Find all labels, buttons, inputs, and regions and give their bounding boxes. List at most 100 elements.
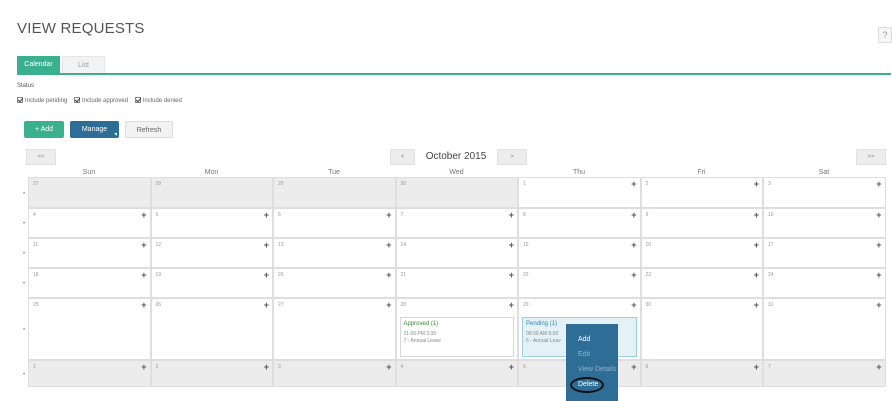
- day-cell[interactable]: 3 +: [273, 360, 396, 387]
- add-request-icon[interactable]: +: [754, 240, 759, 250]
- add-request-icon[interactable]: +: [141, 210, 146, 220]
- add-request-icon[interactable]: +: [386, 270, 391, 280]
- menu-item-view-details[interactable]: View Details: [566, 362, 618, 377]
- filter-denied[interactable]: Include denied: [134, 97, 182, 104]
- checkbox-approved[interactable]: [74, 97, 81, 103]
- add-request-icon[interactable]: +: [264, 270, 269, 280]
- day-cell[interactable]: 2 +: [150, 360, 273, 387]
- day-cell[interactable]: 21 +: [395, 268, 518, 298]
- day-cell[interactable]: 26 +: [150, 298, 273, 360]
- day-cell[interactable]: 5 +: [150, 208, 273, 238]
- day-cell[interactable]: 30: [395, 177, 518, 208]
- day-cell[interactable]: 1 +: [28, 360, 151, 387]
- next-month-button[interactable]: >: [497, 149, 527, 165]
- add-request-icon[interactable]: +: [141, 270, 146, 280]
- add-request-icon[interactable]: +: [509, 240, 514, 250]
- add-request-icon[interactable]: +: [631, 210, 636, 220]
- add-request-icon[interactable]: +: [754, 270, 759, 280]
- add-request-icon[interactable]: +: [754, 362, 759, 372]
- menu-item-add[interactable]: Add: [566, 332, 618, 347]
- event-approved[interactable]: Approved (1) 01:00 PM 3.00 7 - Annual Leav…: [399, 317, 514, 357]
- prev-far-button[interactable]: <<: [26, 149, 56, 165]
- menu-item-edit[interactable]: Edit: [566, 347, 618, 362]
- day-cell[interactable]: 9 +: [640, 208, 763, 238]
- status-filters: Include pending Include approved Include…: [17, 97, 187, 104]
- day-cell[interactable]: 7 +: [395, 208, 518, 238]
- help-button[interactable]: ?: [878, 27, 892, 43]
- add-request-icon[interactable]: +: [631, 270, 636, 280]
- add-request-icon[interactable]: +: [754, 300, 759, 310]
- add-request-icon[interactable]: +: [264, 240, 269, 250]
- add-request-icon[interactable]: +: [141, 240, 146, 250]
- day-cell[interactable]: 8 +: [518, 208, 641, 238]
- add-request-icon[interactable]: +: [264, 362, 269, 372]
- checkbox-denied[interactable]: [134, 97, 141, 103]
- day-cell[interactable]: 15 +: [518, 238, 641, 268]
- day-cell[interactable]: 11 +: [28, 238, 151, 268]
- day-cell[interactable]: 4 +: [395, 360, 518, 387]
- add-request-icon[interactable]: +: [631, 300, 636, 310]
- day-cell[interactable]: 17 +: [763, 238, 886, 268]
- add-request-icon[interactable]: +: [509, 210, 514, 220]
- day-cell[interactable]: 1 +: [518, 177, 641, 208]
- checkbox-pending[interactable]: [17, 97, 23, 103]
- day-cell[interactable]: 25 +: [28, 298, 151, 360]
- day-cell[interactable]: 27 +: [273, 298, 396, 360]
- add-request-icon[interactable]: +: [876, 270, 881, 280]
- add-request-icon[interactable]: +: [631, 179, 636, 189]
- menu-item-delete[interactable]: Delete: [566, 377, 618, 393]
- day-cell[interactable]: 10 +: [763, 208, 886, 238]
- day-cell[interactable]: 12 +: [150, 238, 273, 268]
- day-cell[interactable]: 24 +: [763, 268, 886, 298]
- add-request-icon[interactable]: +: [509, 300, 514, 310]
- add-request-icon[interactable]: +: [264, 210, 269, 220]
- add-request-icon[interactable]: +: [264, 300, 269, 310]
- refresh-button[interactable]: Refresh: [125, 121, 173, 138]
- add-request-icon[interactable]: +: [631, 362, 636, 372]
- day-cell[interactable]: 22 +: [518, 268, 641, 298]
- day-cell[interactable]: 23 +: [640, 268, 763, 298]
- day-cell[interactable]: 29: [273, 177, 396, 208]
- day-cell[interactable]: 28: [150, 177, 273, 208]
- add-request-icon[interactable]: +: [509, 362, 514, 372]
- add-request-icon[interactable]: +: [754, 210, 759, 220]
- day-cell[interactable]: 18 +: [28, 268, 151, 298]
- filter-pending[interactable]: Include pending: [17, 97, 67, 104]
- day-cell[interactable]: 31 +: [763, 298, 886, 360]
- add-request-icon[interactable]: +: [141, 300, 146, 310]
- add-request-icon[interactable]: +: [509, 270, 514, 280]
- day-cell[interactable]: 2 +: [640, 177, 763, 208]
- add-request-icon[interactable]: +: [876, 362, 881, 372]
- day-cell[interactable]: 7 +: [763, 360, 886, 387]
- add-request-icon[interactable]: +: [876, 210, 881, 220]
- add-request-icon[interactable]: +: [631, 240, 636, 250]
- day-cell[interactable]: 4 +: [28, 208, 151, 238]
- day-cell[interactable]: 20 +: [273, 268, 396, 298]
- add-request-icon[interactable]: +: [876, 240, 881, 250]
- day-cell[interactable]: 6 +: [273, 208, 396, 238]
- day-cell[interactable]: 28 + Approved (1) 01:00 PM 3.00 7 - Annual L…: [395, 298, 518, 360]
- add-request-icon[interactable]: +: [754, 179, 759, 189]
- tab-list[interactable]: List: [62, 56, 105, 73]
- day-cell[interactable]: 13 +: [273, 238, 396, 268]
- filter-approved[interactable]: Include approved: [74, 97, 128, 104]
- add-request-icon[interactable]: +: [876, 300, 881, 310]
- add-request-icon[interactable]: +: [141, 362, 146, 372]
- prev-month-button[interactable]: <: [390, 149, 415, 165]
- add-request-icon[interactable]: +: [386, 240, 391, 250]
- day-cell[interactable]: 14 +: [395, 238, 518, 268]
- add-button[interactable]: + Add: [24, 121, 64, 138]
- tab-calendar[interactable]: Calendar: [17, 56, 60, 73]
- day-cell[interactable]: 6 +: [640, 360, 763, 387]
- day-cell[interactable]: 30 +: [640, 298, 763, 360]
- add-request-icon[interactable]: +: [386, 362, 391, 372]
- add-request-icon[interactable]: +: [386, 300, 391, 310]
- add-request-icon[interactable]: +: [876, 179, 881, 189]
- manage-button[interactable]: Manage: [70, 121, 119, 138]
- day-cell[interactable]: 3 +: [763, 177, 886, 208]
- add-request-icon[interactable]: +: [386, 210, 391, 220]
- day-cell[interactable]: 19 +: [150, 268, 273, 298]
- next-far-button[interactable]: >>: [856, 149, 886, 165]
- day-cell[interactable]: 16 +: [640, 238, 763, 268]
- day-cell[interactable]: 27: [28, 177, 151, 208]
